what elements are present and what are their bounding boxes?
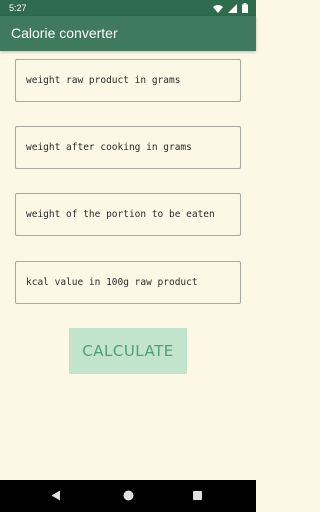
navigation-bar: [0, 480, 256, 512]
raw-weight-input[interactable]: [16, 60, 240, 101]
portion-weight-field: [15, 193, 241, 236]
home-icon[interactable]: [123, 490, 134, 501]
calculate-button[interactable]: CALCULATE: [69, 328, 187, 374]
app-bar: Calorie converter: [0, 16, 256, 51]
back-icon[interactable]: [51, 490, 61, 501]
signal-icon: [228, 3, 237, 13]
app-title: Calorie converter: [11, 25, 118, 41]
status-time: 5:27: [9, 3, 27, 13]
status-bar: 5:27: [0, 0, 256, 16]
cooked-weight-field: [15, 126, 241, 169]
kcal-value-input[interactable]: [16, 262, 240, 303]
wifi-icon: [213, 4, 223, 13]
raw-weight-field: [15, 59, 241, 102]
battery-icon: [242, 3, 248, 13]
recents-icon[interactable]: [193, 491, 202, 500]
status-icons: [213, 3, 248, 13]
kcal-value-field: [15, 261, 241, 304]
portion-weight-input[interactable]: [16, 194, 240, 235]
cooked-weight-input[interactable]: [16, 127, 240, 168]
